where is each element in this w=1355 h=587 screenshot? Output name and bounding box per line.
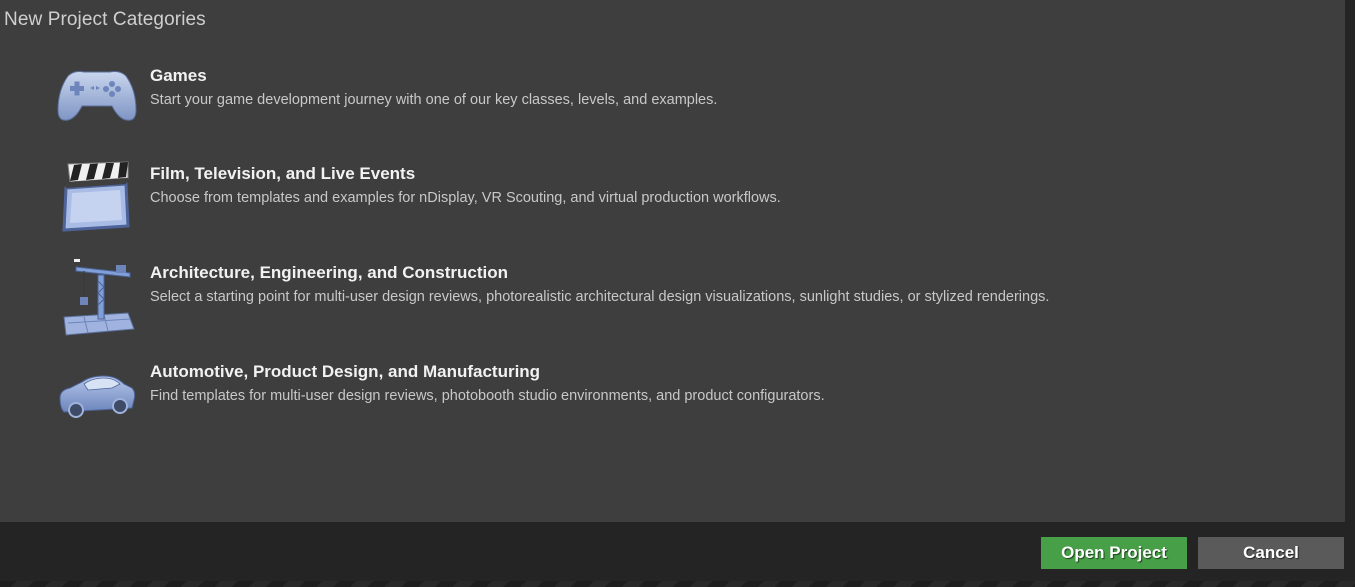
footer-stripe-decoration bbox=[0, 581, 1355, 587]
open-project-button[interactable]: Open Project bbox=[1041, 537, 1187, 569]
crane-icon bbox=[54, 257, 140, 341]
cancel-button[interactable]: Cancel bbox=[1198, 537, 1344, 569]
category-games[interactable]: Games Start your game development journe… bbox=[54, 60, 1154, 144]
category-title: Film, Television, and Live Events bbox=[150, 164, 416, 183]
category-description: Find templates for multi-user design rev… bbox=[150, 388, 825, 404]
categories-panel: New Project Categories Games Start your … bbox=[0, 0, 1345, 522]
dialog-footer: Open Project Cancel bbox=[0, 522, 1355, 587]
category-description: Start your game development journey with… bbox=[150, 92, 718, 108]
category-architecture-engineering-construction[interactable]: Architecture, Engineering, and Construct… bbox=[54, 257, 1154, 341]
category-film-television-live-events[interactable]: Film, Television, and Live Events Choose… bbox=[54, 158, 1154, 242]
category-description: Select a starting point for multi-user d… bbox=[150, 289, 1050, 305]
category-title: Games bbox=[150, 66, 207, 85]
panel-title: New Project Categories bbox=[4, 9, 206, 30]
new-project-dialog: New Project Categories Games Start your … bbox=[0, 0, 1355, 587]
category-title: Automotive, Product Design, and Manufact… bbox=[150, 362, 541, 381]
scrollbar-gutter bbox=[1345, 0, 1355, 522]
car-icon bbox=[54, 356, 140, 440]
gamepad-icon bbox=[54, 60, 140, 144]
category-title: Architecture, Engineering, and Construct… bbox=[150, 263, 508, 282]
clapperboard-icon bbox=[54, 158, 140, 242]
category-description: Choose from templates and examples for n… bbox=[150, 190, 781, 206]
category-automotive-product-design-manufacturing[interactable]: Automotive, Product Design, and Manufact… bbox=[54, 356, 1154, 440]
